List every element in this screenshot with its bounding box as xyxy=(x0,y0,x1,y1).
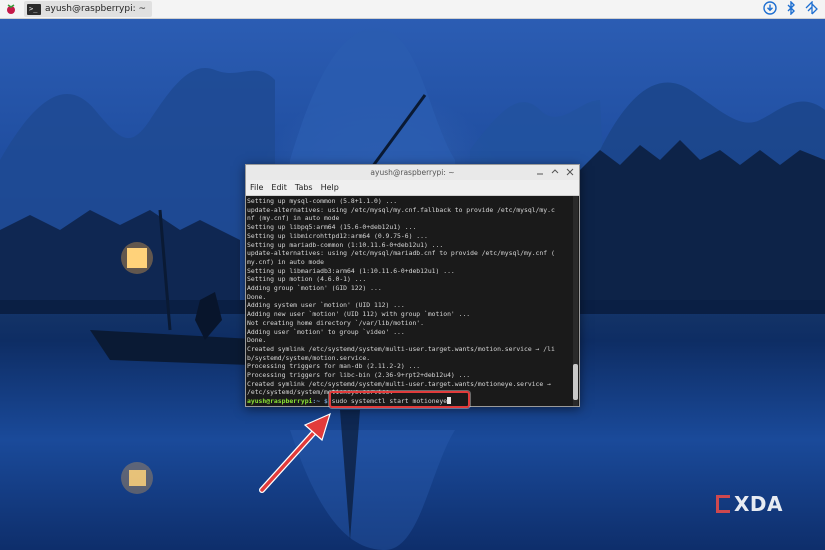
terminal-lines: Setting up mysql-common (5.8+1.1.0) ... u… xyxy=(247,197,573,397)
taskbar: >_ ayush@raspberrypi: ~ xyxy=(0,0,825,19)
taskbar-terminal-task[interactable]: >_ ayush@raspberrypi: ~ xyxy=(24,1,153,17)
watermark-text: XDA xyxy=(734,492,783,516)
terminal-line: Created symlink /etc/systemd/system/mult… xyxy=(247,344,555,353)
terminal-line: nf (my.cnf) in auto mode xyxy=(247,214,340,223)
xda-watermark: XDA xyxy=(716,492,783,516)
terminal-line: b/systemd/system/motion.service. xyxy=(247,353,371,362)
terminal-line: Created symlink /etc/systemd/system/mult… xyxy=(247,379,551,388)
raspberry-menu-icon[interactable] xyxy=(4,3,18,15)
taskbar-task-label: ayush@raspberrypi: ~ xyxy=(45,4,147,14)
menu-tabs[interactable]: Tabs xyxy=(295,183,313,192)
terminal-window[interactable]: ayush@raspberrypi: ~ File Edit Tabs Help… xyxy=(245,164,580,407)
terminal-line: Done. xyxy=(247,336,267,345)
terminal-line: Setting up mysql-common (5.8+1.1.0) ... xyxy=(247,197,398,205)
minimize-icon[interactable] xyxy=(535,167,545,177)
system-tray xyxy=(763,1,819,15)
prompt-user: ayush@raspberrypi xyxy=(247,397,313,406)
terminal-line: Setting up mariadb-common (1:10.11.6-0+d… xyxy=(247,240,444,249)
download-icon[interactable] xyxy=(763,1,777,15)
terminal-line: Processing triggers for man-db (2.11.2-2… xyxy=(247,362,421,371)
close-icon[interactable] xyxy=(565,167,575,177)
window-controls xyxy=(535,167,575,177)
maximize-icon[interactable] xyxy=(550,167,560,177)
terminal-menubar: File Edit Tabs Help xyxy=(246,180,579,196)
terminal-line: Setting up libpq5:arm64 (15.6-0+deb12u1)… xyxy=(247,223,417,232)
terminal-line: update-alternatives: using /etc/mysql/ma… xyxy=(247,249,555,258)
menu-file[interactable]: File xyxy=(250,183,263,192)
command-highlight-box xyxy=(329,391,470,408)
wifi-icon[interactable] xyxy=(805,1,819,15)
terminal-line: my.cnf) in auto mode xyxy=(247,257,324,266)
terminal-titlebar[interactable]: ayush@raspberrypi: ~ xyxy=(246,165,579,180)
terminal-line: Setting up libmicrohttpd12:arm64 (0.9.75… xyxy=(247,231,428,240)
terminal-scrollbar[interactable] xyxy=(573,196,578,406)
menu-edit[interactable]: Edit xyxy=(271,183,287,192)
terminal-line: Adding group `motion' (GID 122) ... xyxy=(247,284,382,293)
menu-help[interactable]: Help xyxy=(321,183,339,192)
bluetooth-icon[interactable] xyxy=(784,1,798,15)
terminal-line: Setting up motion (4.6.0-1) ... xyxy=(247,275,367,284)
terminal-line: Adding system user `motion' (UID 112) ..… xyxy=(247,301,405,310)
terminal-line: update-alternatives: using /etc/mysql/my… xyxy=(247,205,555,214)
xda-logo-icon xyxy=(716,495,730,513)
terminal-line: Adding user `motion' to group `video' ..… xyxy=(247,327,405,336)
terminal-line: Processing triggers for libc-bin (2.36-9… xyxy=(247,371,471,380)
terminal-icon: >_ xyxy=(27,3,41,15)
terminal-line: Setting up libmariadb3:arm64 (1:10.11.6-… xyxy=(247,266,455,275)
terminal-line: Not creating home directory `/var/lib/mo… xyxy=(247,318,424,327)
terminal-line: Done. xyxy=(247,292,267,301)
scrollbar-thumb[interactable] xyxy=(573,364,578,400)
terminal-output[interactable]: Setting up mysql-common (5.8+1.1.0) ... u… xyxy=(246,196,573,406)
terminal-title: ayush@raspberrypi: ~ xyxy=(370,168,455,177)
prompt-path: :~ $ xyxy=(312,397,328,406)
terminal-line: Adding new user `motion' (UID 112) with … xyxy=(247,310,471,319)
